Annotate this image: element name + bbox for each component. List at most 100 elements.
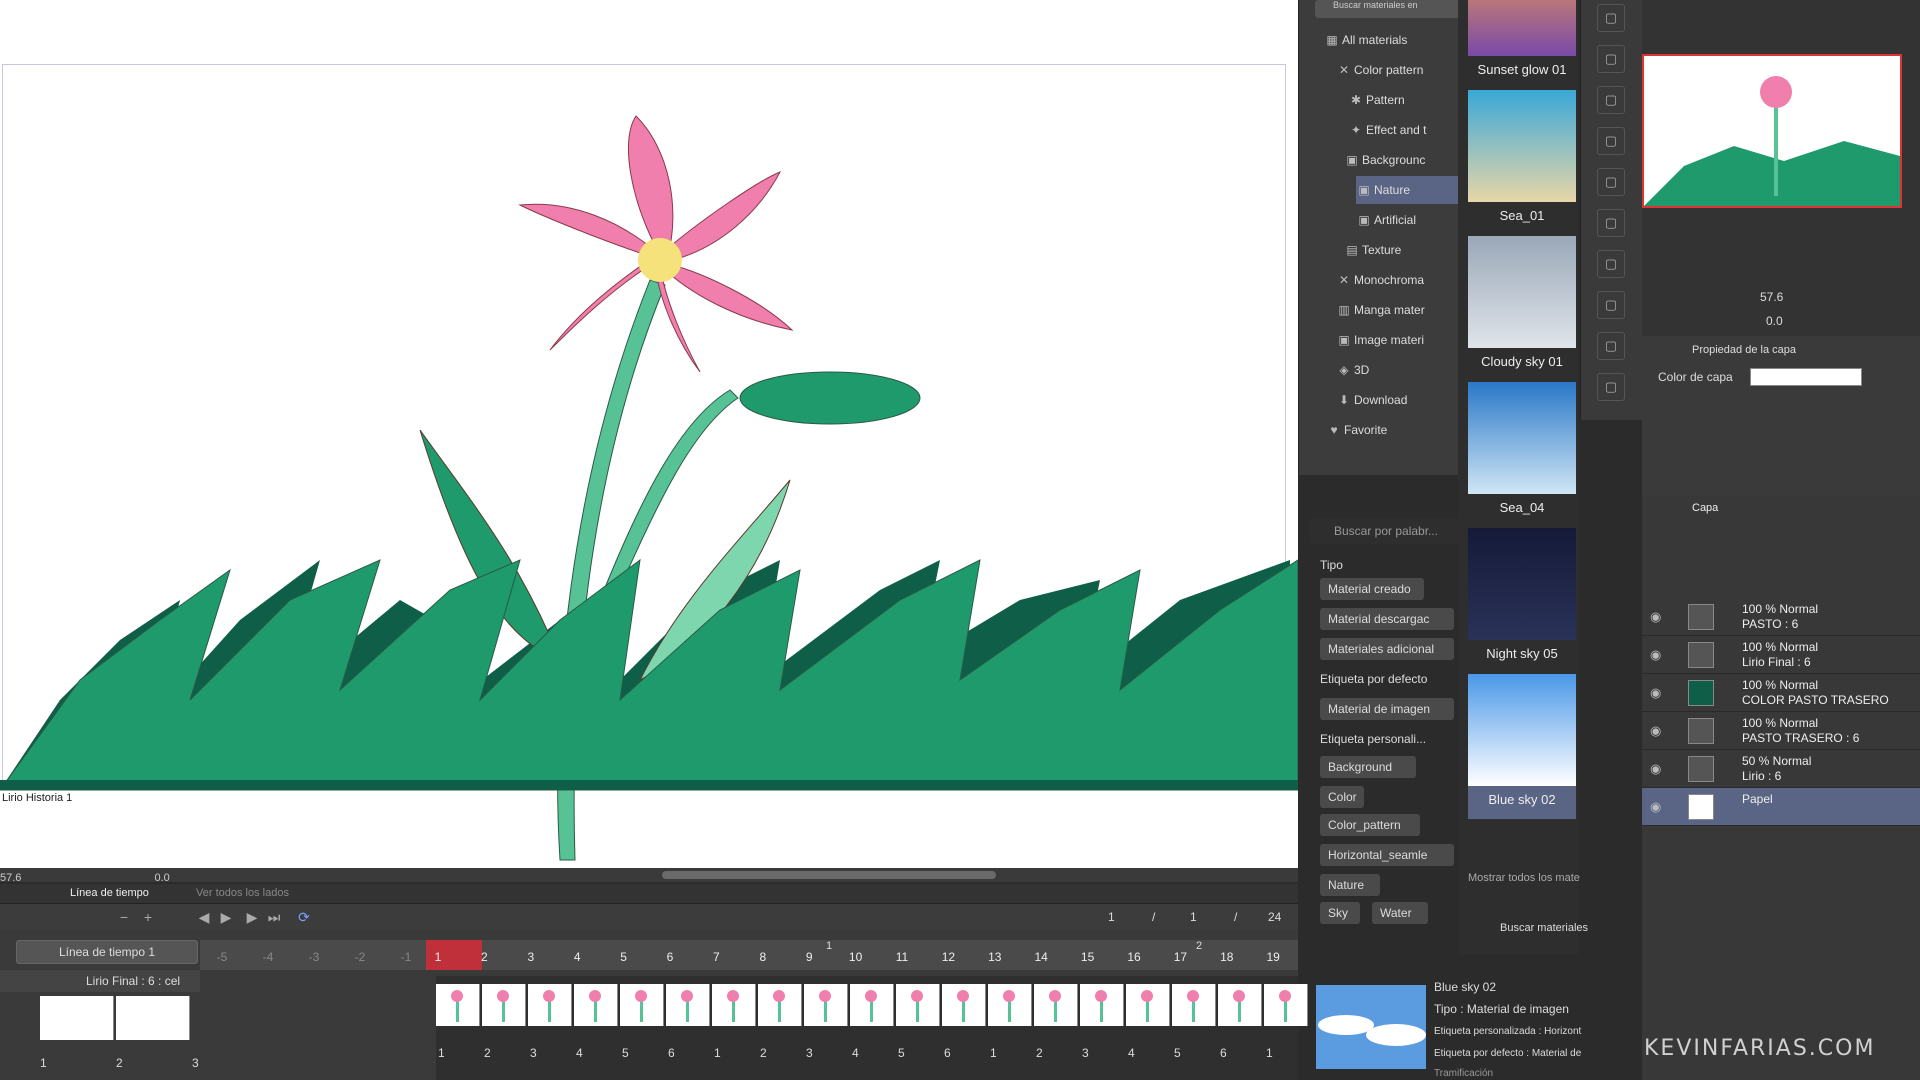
loop-icon[interactable]: ⟳ xyxy=(296,909,312,925)
strip-tool-icon[interactable]: ▢ xyxy=(1597,209,1625,237)
zoom-out-icon[interactable]: − xyxy=(116,909,132,925)
strip-tool-icon[interactable]: ▢ xyxy=(1597,291,1625,319)
timeline-ruler[interactable]: 1 2 -5 -4 -3 -2 -1 1 2 3 4 5 6 7 8 9 10 11 12 13 14 15 16 17 1… xyxy=(200,940,1298,970)
eye-icon[interactable]: ◉ xyxy=(1650,685,1661,701)
cross-icon: ✕ xyxy=(1338,273,1350,287)
tree-item-effect-and-t[interactable]: ✦ Effect and t xyxy=(1348,116,1458,144)
tree-item-color-pattern[interactable]: ✕ Color pattern xyxy=(1336,56,1458,84)
timeline-cel[interactable] xyxy=(758,984,802,1026)
tree-item-download[interactable]: ⬇ Download xyxy=(1336,386,1458,414)
strip-tool-icon[interactable]: ▢ xyxy=(1597,4,1625,32)
timeline-cel[interactable] xyxy=(620,984,664,1026)
timeline-cel[interactable] xyxy=(1080,984,1124,1026)
tag-sky[interactable]: Sky xyxy=(1320,902,1360,924)
next-frame-icon[interactable]: ▶ xyxy=(244,909,260,925)
tag-water[interactable]: Water xyxy=(1372,902,1428,924)
timeline-cel[interactable] xyxy=(850,984,894,1026)
timeline-cel[interactable] xyxy=(1218,984,1262,1026)
tree-item-image-materi[interactable]: ▣ Image materi xyxy=(1336,326,1458,354)
material-card[interactable]: Sea_04 xyxy=(1468,382,1576,527)
prev-frame-icon[interactable]: ◀ xyxy=(196,909,212,925)
track-name[interactable]: Lirio Final : 6 : cel xyxy=(0,970,200,992)
timeline-cel[interactable] xyxy=(1172,984,1216,1026)
layer-row[interactable]: ◉ 100 % Normal Lirio Final : 6 xyxy=(1642,636,1920,674)
strip-tool-icon[interactable]: ▢ xyxy=(1597,250,1625,278)
tree-item-favorite[interactable]: ♥ Favorite xyxy=(1326,416,1458,444)
timeline-cel[interactable] xyxy=(436,984,480,1026)
strip-tool-icon[interactable]: ▢ xyxy=(1597,168,1625,196)
material-search-input[interactable]: Buscar por palabr... xyxy=(1310,518,1458,544)
eye-icon[interactable]: ◉ xyxy=(1650,799,1661,815)
eye-icon[interactable]: ◉ xyxy=(1650,723,1661,739)
timeline-cel[interactable] xyxy=(804,984,848,1026)
layer-row[interactable]: ◉ 100 % Normal PASTO : 6 xyxy=(1642,598,1920,636)
tree-item-backgrounc[interactable]: ▣ Backgrounc xyxy=(1344,146,1458,174)
strip-tool-icon[interactable]: ▢ xyxy=(1597,127,1625,155)
tree-item-artificial[interactable]: ▣ Artificial xyxy=(1356,206,1458,234)
eye-icon[interactable]: ◉ xyxy=(1650,609,1661,625)
material-card[interactable]: Sea_01 xyxy=(1468,90,1576,235)
filter-material-imagen[interactable]: Material de imagen xyxy=(1320,698,1454,720)
tab-timeline[interactable]: Línea de tiempo xyxy=(70,887,149,899)
tree-item-monochroma[interactable]: ✕ Monochroma xyxy=(1336,266,1458,294)
strip-tool-icon[interactable]: ▢ xyxy=(1597,86,1625,114)
top-search[interactable]: Buscar materiales en xyxy=(1315,0,1461,18)
timeline-cel[interactable] xyxy=(574,984,618,1026)
search-materials-link[interactable]: Buscar materiales xyxy=(1500,922,1588,934)
timeline-cel-track[interactable]: 1 2 3 4 5 6 1 2 3 4 5 6 1 2 3 4 5 6 1 xyxy=(436,976,1308,1080)
timeline-cel[interactable] xyxy=(988,984,1032,1026)
timeline-cel[interactable] xyxy=(712,984,756,1026)
timeline-cel[interactable] xyxy=(666,984,710,1026)
tag-color[interactable]: Color xyxy=(1320,786,1364,808)
tree-item-all-materials[interactable]: ▦ All materials xyxy=(1324,26,1458,54)
material-card[interactable]: Night sky 05 xyxy=(1468,528,1576,673)
tab-all-sides[interactable]: Ver todos los lados xyxy=(196,887,289,899)
timeline-cel[interactable] xyxy=(1264,984,1308,1026)
timeline-cel[interactable] xyxy=(1034,984,1078,1026)
zoom-value[interactable]: 57.6 xyxy=(0,872,21,884)
material-card[interactable]: Blue sky 02 xyxy=(1468,674,1576,819)
tag-background[interactable]: Background xyxy=(1320,756,1416,778)
drawing-canvas[interactable]: Lirio Historia 1 xyxy=(0,0,1298,868)
material-thumbnail xyxy=(1468,382,1576,494)
last-frame-icon[interactable]: ⏭ xyxy=(266,909,282,925)
layer-row[interactable]: ◉ 100 % Normal COLOR PASTO TRASERO xyxy=(1642,674,1920,712)
timeline-cel[interactable] xyxy=(528,984,572,1026)
scrollbar-thumb[interactable] xyxy=(662,871,996,879)
filter-materiales-adicionales[interactable]: Materiales adicional xyxy=(1320,638,1454,660)
tree-item-texture[interactable]: ▤ Texture xyxy=(1344,236,1458,264)
timeline-cel[interactable] xyxy=(942,984,986,1026)
tree-item-3d[interactable]: ◈ 3D xyxy=(1336,356,1458,384)
eye-icon[interactable]: ◉ xyxy=(1650,761,1661,777)
material-card[interactable]: Sunset glow 01 xyxy=(1468,0,1576,89)
strip-tool-icon[interactable]: ▢ xyxy=(1597,332,1625,360)
show-all-link[interactable]: Mostrar todos los mate xyxy=(1468,872,1580,884)
material-card[interactable]: Cloudy sky 01 xyxy=(1468,236,1576,381)
play-icon[interactable]: ▶ xyxy=(218,909,234,925)
timeline-selector[interactable]: Línea de tiempo 1 xyxy=(16,940,198,964)
angle-value[interactable]: 0.0 xyxy=(154,872,169,884)
filter-material-descargado[interactable]: Material descargac xyxy=(1320,608,1454,630)
navigator-angle[interactable]: 0.0 xyxy=(1766,314,1783,328)
zoom-in-icon[interactable]: + xyxy=(140,909,156,925)
navigator-zoom[interactable]: 57.6 xyxy=(1760,290,1783,304)
tree-item-manga-mater[interactable]: ▥ Manga mater xyxy=(1336,296,1458,324)
tag-nature[interactable]: Nature xyxy=(1320,874,1380,896)
timeline-cel[interactable] xyxy=(896,984,940,1026)
layer-row[interactable]: ◉ 50 % Normal Lirio : 6 xyxy=(1642,750,1920,788)
layer-color-swatch[interactable] xyxy=(1750,368,1862,386)
layer-row[interactable]: ◉ 100 % Normal PASTO TRASERO : 6 xyxy=(1642,712,1920,750)
tag-horizontal-seamle[interactable]: Horizontal_seamle xyxy=(1320,844,1454,866)
strip-tool-icon[interactable]: ▢ xyxy=(1597,373,1625,401)
eye-icon[interactable]: ◉ xyxy=(1650,647,1661,663)
timeline-cel[interactable] xyxy=(482,984,526,1026)
layer-row[interactable]: ◉ Papel xyxy=(1642,788,1920,826)
filter-material-creado[interactable]: Material creado xyxy=(1320,578,1424,600)
tree-item-nature[interactable]: ▣ Nature xyxy=(1356,176,1458,204)
timeline-cel[interactable] xyxy=(1126,984,1170,1026)
navigator-preview[interactable] xyxy=(1642,54,1902,208)
strip-tool-icon[interactable]: ▢ xyxy=(1597,45,1625,73)
tag-color-pattern[interactable]: Color_pattern xyxy=(1320,814,1420,836)
tree-item-pattern[interactable]: ✱ Pattern xyxy=(1348,86,1458,114)
tab-layer[interactable]: Capa xyxy=(1692,502,1718,514)
